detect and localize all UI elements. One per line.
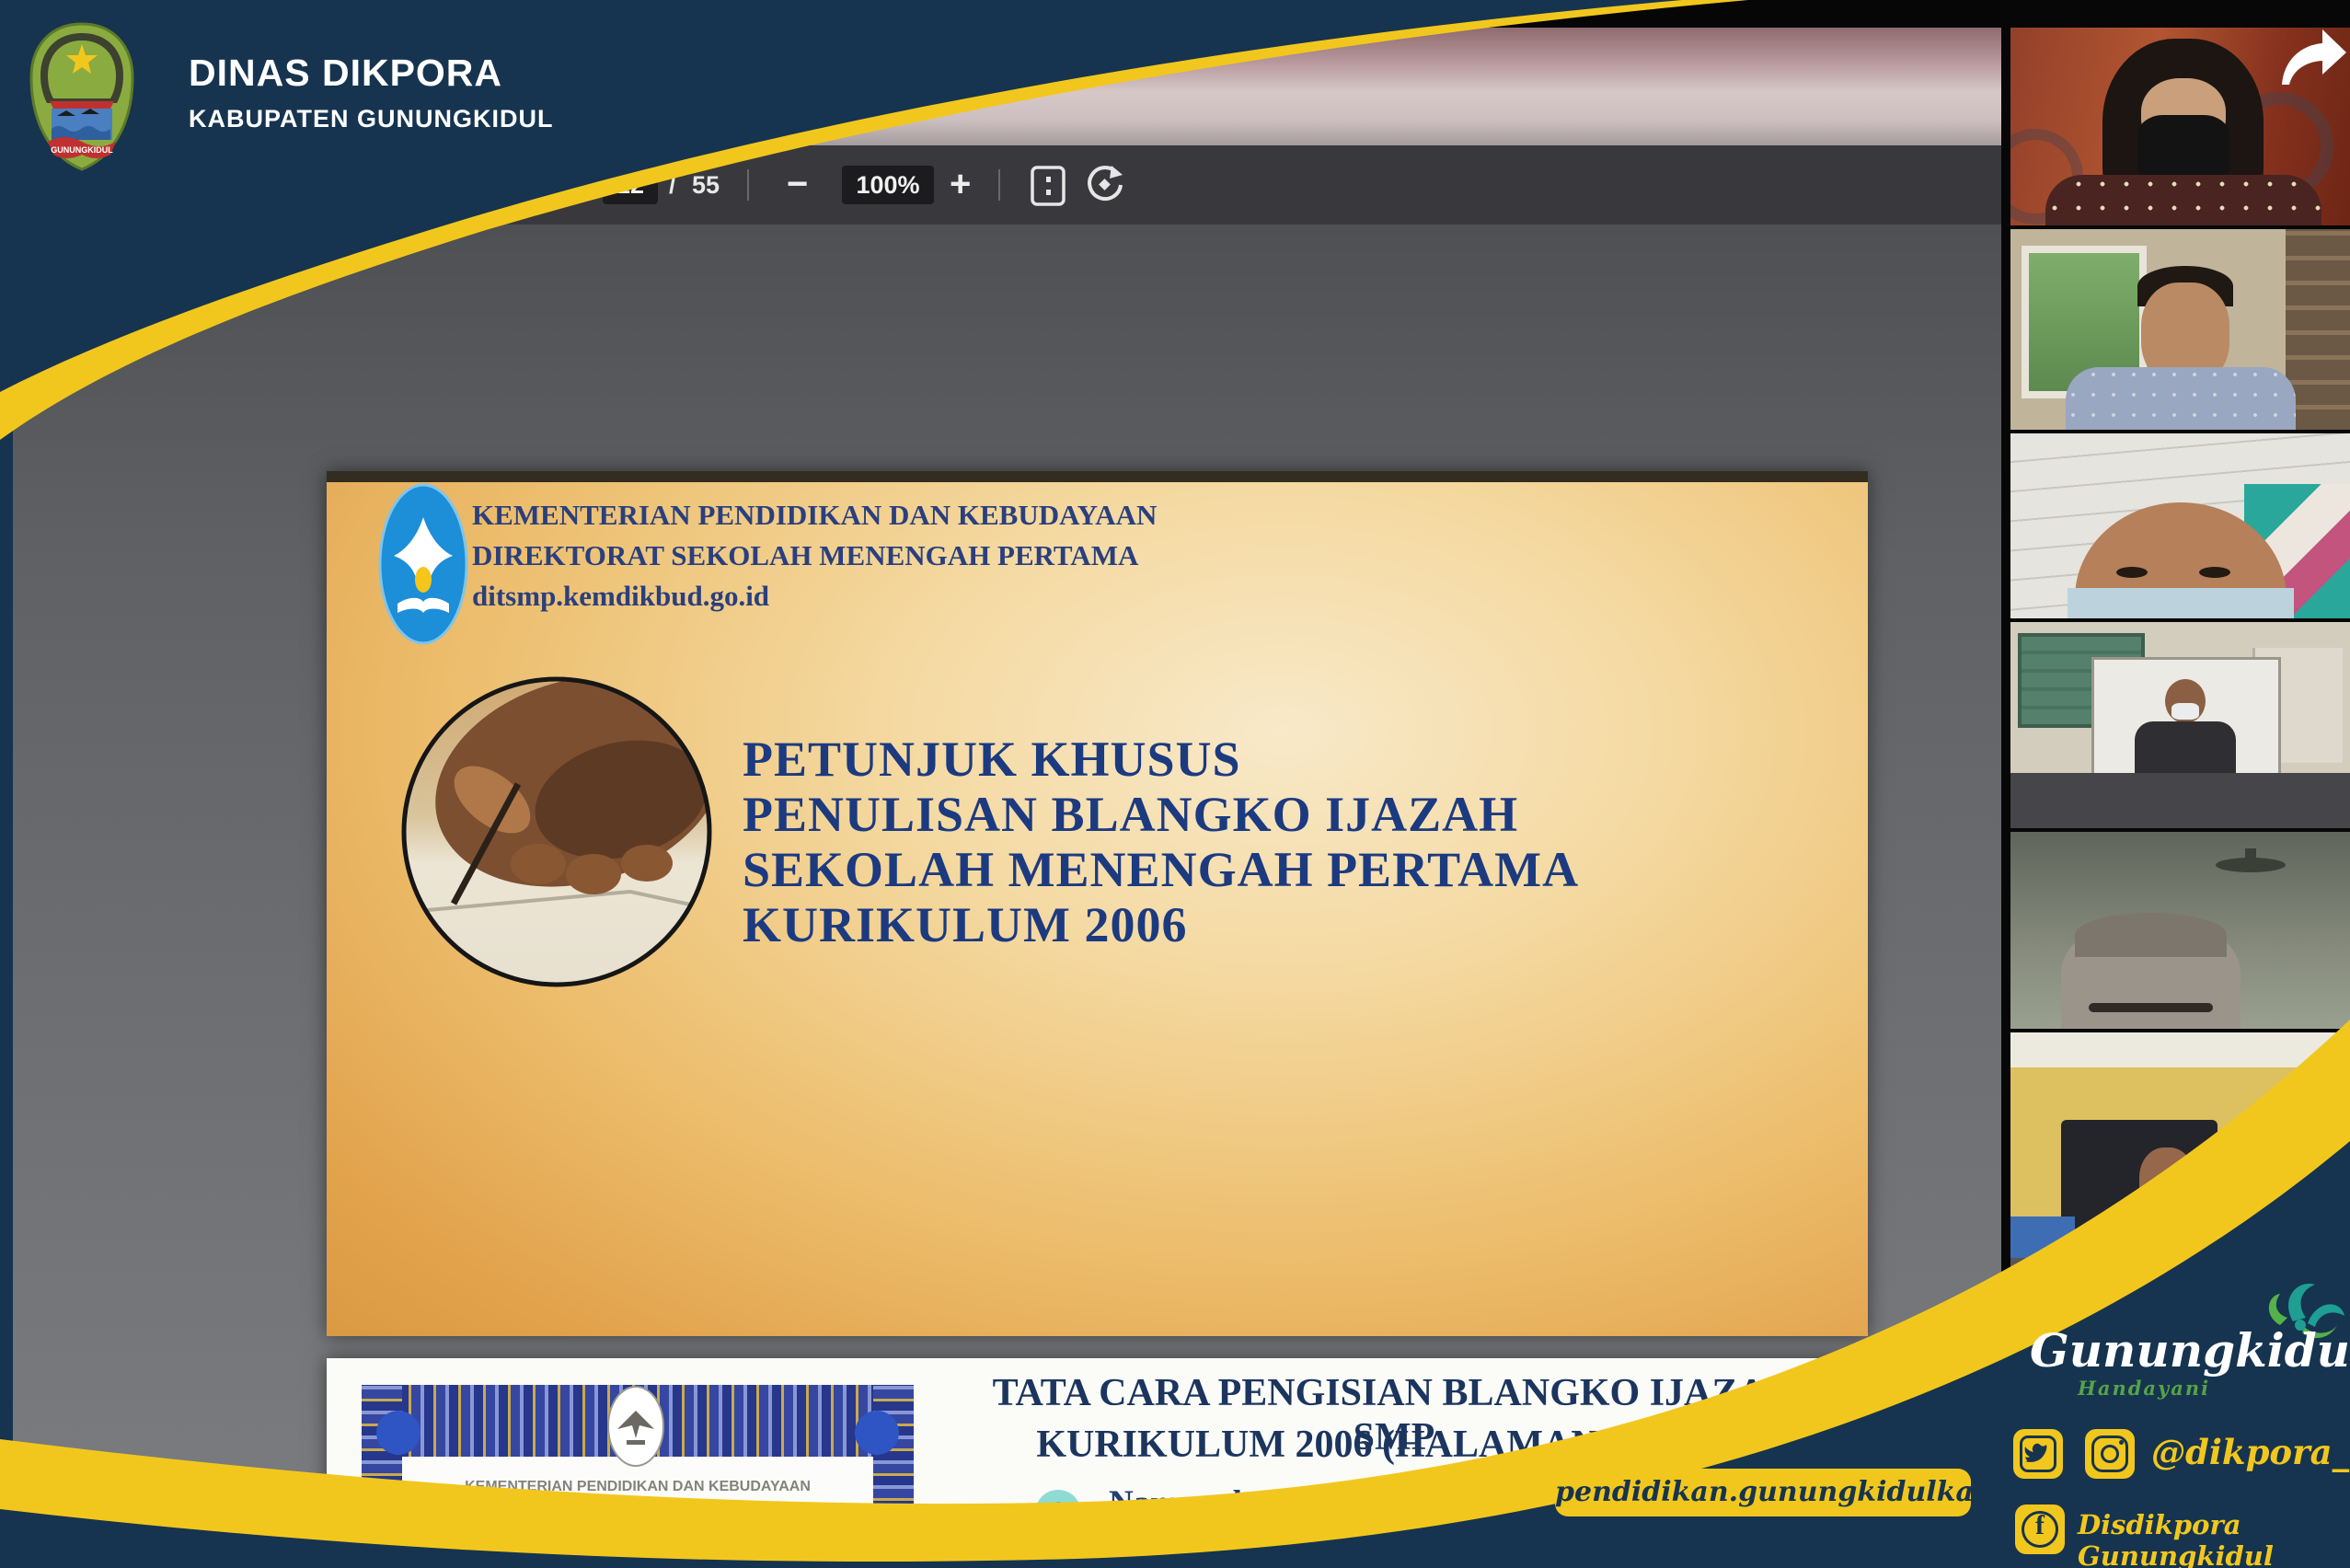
slide2-title-line2: KURIKULUM 2006 (HALAMAN DEPAN): [952, 1423, 1836, 1467]
zoom-level-value[interactable]: 100%: [842, 166, 934, 204]
item-1-text-line2: ijazah sesuai dengan nomenklatur.: [1109, 1533, 1863, 1568]
slide-top-border: [327, 471, 1868, 482]
ijazah-certificate-image: KEMENTERIAN PENDIDIKAN DAN KEBUDAYAAN RE…: [362, 1385, 914, 1568]
toolbar-divider: [747, 169, 749, 201]
cover-title-line2: PENULISAN BLANGKO IJAZAH: [743, 786, 1755, 843]
item-1-badge: 1: [1035, 1490, 1081, 1536]
brand-wordmark: Gunungkidul: [2030, 1323, 2350, 1378]
callout-arrow: [1012, 1504, 1027, 1522]
website-banner: pendidikan.gunungkidulkab.go.id: [1555, 1469, 1971, 1516]
participant-video-4[interactable]: [2010, 622, 2350, 828]
certificate-corner-ornament: [376, 1411, 420, 1455]
twitter-icon[interactable]: [2013, 1429, 2063, 1479]
cover-title-line3: SEKOLAH MENENGAH PERTAMA: [743, 841, 1755, 898]
callout-line: [962, 1512, 1012, 1515]
pdf-toolbar: 12 / 55 − 100% +: [0, 145, 2001, 225]
garuda-emblem: [606, 1385, 665, 1468]
page-total: 55: [692, 166, 720, 204]
cover-title-line4: KURIKULUM 2006: [743, 896, 1755, 953]
pdf-page-tata-cara-slide: TATA CARA PENGISIAN BLANGKO IJAZAH SMP K…: [327, 1358, 1868, 1568]
certificate-ministry: KEMENTERIAN PENDIDIKAN DAN KEBUDAYAAN: [402, 1479, 873, 1495]
certificate-corner-ornament: [855, 1411, 899, 1455]
certificate-republic: REPUBLIK INDONESIA: [402, 1499, 873, 1515]
participant-video-6[interactable]: [2010, 1032, 2350, 1309]
cover-title-line1: PETUNJUK KHUSUS: [743, 731, 1755, 788]
org-name-line1: KEMENTERIAN PENDIDIKAN DAN KEBUDAYAAN: [472, 499, 1300, 532]
zoom-in-button[interactable]: +: [950, 158, 971, 210]
rotate-page-icon[interactable]: [1084, 164, 1126, 206]
pdf-page-background: KEMENTERIAN PENDIDIKAN DAN KEBUDAYAAN DI…: [0, 225, 2001, 1568]
fit-page-icon[interactable]: [1029, 166, 1067, 206]
gunungkidul-regency-seal: GUNUNGKIDUL: [26, 20, 138, 173]
share-arrow-icon[interactable]: [2271, 26, 2350, 88]
agency-name: DINAS DIKPORA: [189, 52, 502, 95]
pdf-page-cover-slide: KEMENTERIAN PENDIDIKAN DAN KEBUDAYAAN DI…: [327, 471, 1868, 1336]
facebook-name: Disdikpora Gunungkidul: [2078, 1509, 2350, 1568]
page-divider: /: [669, 166, 676, 204]
callout-line: [962, 1512, 964, 1568]
participant-video-3[interactable]: [2010, 433, 2350, 618]
hand-writing-photo: [400, 675, 713, 988]
participant-video-2[interactable]: [2010, 229, 2350, 430]
instagram-icon[interactable]: [2085, 1429, 2135, 1479]
agency-region: KABUPATEN GUNUNGKIDUL: [189, 105, 553, 133]
page-number-input[interactable]: 12: [603, 166, 658, 204]
certificate-doc-title: I J A Z A H: [402, 1538, 873, 1566]
org-website: ditsmp.kemdikbud.go.id: [472, 580, 1300, 613]
zoom-out-button[interactable]: −: [787, 158, 808, 210]
org-name-line2: DIREKTORAT SEKOLAH MENENGAH PERTAMA: [472, 539, 1300, 572]
meeting-screenshot: 12 / 55 − 100% + KEMENTER: [0, 0, 2350, 1568]
toolbar-divider: [998, 169, 1000, 201]
kemdikbud-logo: [377, 482, 469, 646]
svg-text:GUNUNGKIDUL: GUNUNGKIDUL: [51, 145, 113, 155]
brand-tagline: Handayani: [2078, 1377, 2210, 1400]
participant-video-5[interactable]: [2010, 832, 2350, 1029]
social-handle: @dikpora_gk: [2151, 1432, 2350, 1472]
facebook-icon[interactable]: f: [2015, 1505, 2065, 1554]
